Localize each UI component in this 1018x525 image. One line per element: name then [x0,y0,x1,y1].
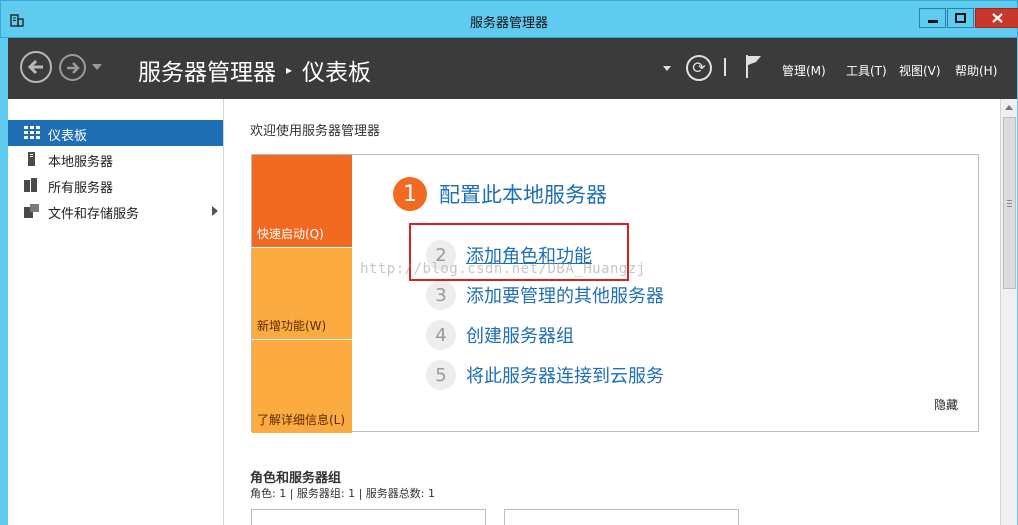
step-label: 配置此本地服务器 [439,183,607,207]
tile-label: 新增功能(W) [257,319,327,333]
role-card[interactable] [251,509,486,525]
menu-manage[interactable]: 管理(M) [782,62,826,79]
maximize-button[interactable] [947,8,974,28]
welcome-heading: 欢迎使用服务器管理器 [250,124,381,139]
welcome-tile: 快速启动(Q) 新增功能(W) 了解详细信息(L) 1 配置此本地服务器 2 添… [251,154,979,433]
step-label: 创建服务器组 [466,326,574,347]
maximize-icon [955,13,966,23]
step-number: 3 [426,280,456,310]
notification-dropdown-icon[interactable] [663,66,671,71]
tile-whats-new[interactable]: 新增功能(W) [252,248,352,339]
dashboard-icon [24,126,40,139]
role-card[interactable] [504,509,739,525]
grip-icon [1007,200,1012,207]
hide-link[interactable]: 隐藏 [934,396,958,413]
step-number: 5 [426,360,456,390]
close-button[interactable] [975,8,1018,28]
refresh-button[interactable]: ⟳ [686,55,712,81]
tile-label: 了解详细信息(L) [257,413,346,427]
all-servers-icon [24,178,37,192]
sidebar-item-label: 所有服务器 [48,181,114,196]
vertical-scrollbar[interactable] [1000,99,1018,525]
scroll-up-icon[interactable] [1005,105,1013,110]
tile-learn-more[interactable]: 了解详细信息(L) [252,340,352,433]
step-create-server-group[interactable]: 4 创建服务器组 [426,320,574,350]
sidebar-item-file-storage[interactable]: 文件和存储服务 [8,198,223,224]
watermark: http://blog.csdn.net/DBA_Huangzj [360,261,646,277]
flag-icon[interactable] [744,53,764,79]
forward-arrow-icon [66,61,80,74]
title-bar: 服务器管理器 [0,0,1018,38]
header-divider [724,58,726,76]
breadcrumb-separator-icon: ▸ [286,63,293,77]
roles-section-title: 角色和服务器组 [250,471,342,486]
header-bar: 服务器管理器 ▸ 仪表板 ⟳ 管理(M) 工具(T) 视图(V) 帮助(H) [0,38,1018,99]
sidebar-item-dashboard[interactable]: 仪表板 [8,120,223,146]
roles-summary: 角色: 1 | 服务器组: 1 | 服务器总数: 1 [250,487,436,500]
sidebar-item-all-servers[interactable]: 所有服务器 [8,172,223,198]
sidebar-item-local-server[interactable]: 本地服务器 [8,146,223,172]
file-storage-icon [24,204,39,218]
tile-label: 快速启动(Q) [257,227,324,241]
step-label: 添加要管理的其他服务器 [466,286,664,307]
window-title: 服务器管理器 [469,16,548,31]
scroll-thumb[interactable] [1003,117,1016,289]
breadcrumb-root[interactable]: 服务器管理器 [138,53,276,87]
menu-help[interactable]: 帮助(H) [955,62,997,79]
tile-quick-start[interactable]: 快速启动(Q) [252,155,352,247]
forward-button[interactable] [59,54,86,81]
sidebar: 仪表板 本地服务器 所有服务器 文件和存储服务 [0,99,224,525]
step-label: 将此服务器连接到云服务 [466,366,664,387]
history-dropdown-icon[interactable] [92,64,102,70]
refresh-icon: ⟳ [692,58,706,77]
menu-tools[interactable]: 工具(T) [846,62,887,79]
step-connect-cloud[interactable]: 5 将此服务器连接到云服务 [426,360,664,390]
minimize-button[interactable] [919,8,946,28]
close-icon [991,13,1003,23]
local-server-icon [28,152,35,166]
step-add-servers[interactable]: 3 添加要管理的其他服务器 [426,280,664,310]
minimize-icon [927,20,938,23]
menu-view[interactable]: 视图(V) [899,62,941,79]
back-arrow-icon [27,59,43,75]
back-button[interactable] [20,51,52,83]
expand-arrow-icon[interactable] [212,206,218,216]
step-number: 4 [426,320,456,350]
sidebar-item-label: 仪表板 [48,129,88,144]
breadcrumb-current: 仪表板 [302,60,372,86]
step-number: 1 [393,177,427,211]
sidebar-item-label: 本地服务器 [48,155,114,170]
sidebar-item-label: 文件和存储服务 [48,207,140,222]
step-configure-local-server[interactable]: 1 配置此本地服务器 [393,177,607,211]
main-content: 欢迎使用服务器管理器 快速启动(Q) 新增功能(W) 了解详细信息(L) 1 配… [224,99,1000,525]
breadcrumb: 服务器管理器 ▸ 仪表板 [138,53,371,87]
